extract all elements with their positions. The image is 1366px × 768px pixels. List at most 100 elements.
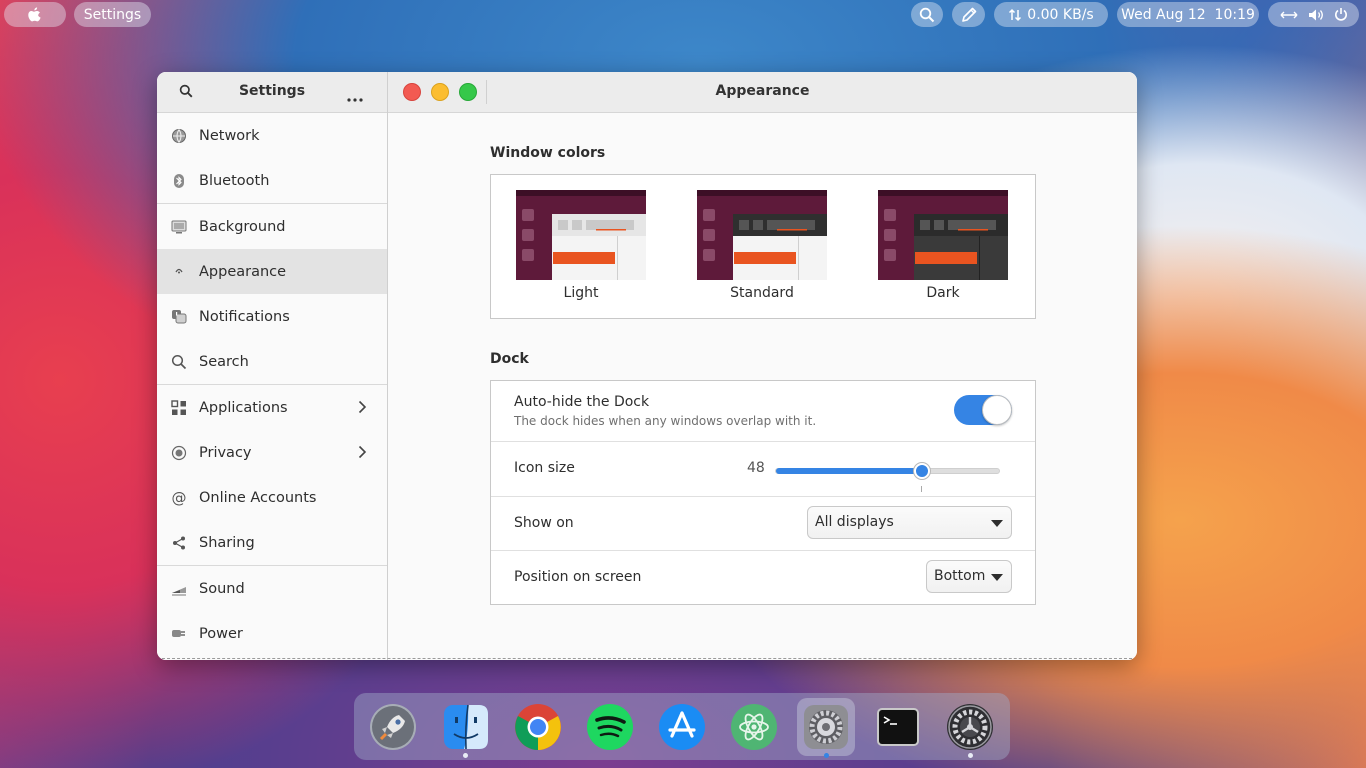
chevron-down-icon	[991, 520, 1003, 527]
terminal-icon	[877, 708, 919, 746]
toggle-knob	[982, 395, 1012, 425]
window-colors-frame: Light Standard Dark	[490, 174, 1036, 319]
position-selected: Bottom	[934, 568, 986, 584]
clock-text: Wed Aug 12 10:19	[1121, 6, 1255, 23]
dock-item-spotify[interactable]	[581, 698, 639, 756]
autohide-label: Auto-hide the Dock	[514, 394, 650, 410]
dock-item-app-store[interactable]	[653, 698, 711, 756]
sidebar-item-online-accounts[interactable]: @ Online Accounts	[157, 475, 387, 520]
search-icon	[171, 354, 187, 370]
sidebar-item-privacy[interactable]: Privacy	[157, 430, 387, 475]
sidebar-item-network[interactable]: Network	[157, 113, 387, 158]
dock-item-terminal[interactable]	[869, 698, 927, 756]
appearance-panel: Appearance Window colors Light Standard …	[388, 72, 1137, 660]
sidebar-item-label: Power	[199, 625, 243, 642]
pen-icon	[961, 7, 976, 22]
slider-handle[interactable]	[914, 463, 930, 479]
more-options-icon	[347, 98, 363, 102]
sidebar-item-sound[interactable]: Sound	[157, 566, 387, 611]
applications-icon	[171, 399, 187, 416]
window-colors-heading: Window colors	[490, 145, 606, 161]
show-on-dropdown[interactable]: All displays	[807, 506, 1012, 539]
search-button[interactable]	[911, 2, 943, 27]
icon-size-row: Icon size 48	[491, 442, 1035, 497]
dock-item-settings[interactable]	[941, 698, 999, 756]
sidebar-item-sharing[interactable]: Sharing	[157, 520, 387, 565]
chrome-icon	[515, 704, 561, 750]
system-preferences-icon	[804, 705, 848, 749]
dock-item-chrome[interactable]	[509, 698, 567, 756]
app-store-icon	[659, 704, 705, 750]
dock	[354, 693, 1010, 760]
top-panel: Settings 0.00 KB/s Wed Aug 12 10:19	[0, 0, 1366, 30]
sidebar-item-label: Appearance	[199, 263, 287, 280]
show-on-row: Show on All displays	[491, 497, 1035, 551]
theme-preview-light	[516, 190, 646, 280]
background-icon	[171, 219, 187, 235]
power-icon	[1335, 8, 1348, 21]
sidebar-item-label: Bluetooth	[199, 172, 270, 189]
dock-item-finder[interactable]	[437, 698, 495, 756]
page-title: Appearance	[715, 83, 810, 99]
theme-option-dark[interactable]: Dark	[878, 190, 1008, 301]
spotify-icon	[587, 704, 633, 750]
dock-item-atom[interactable]	[725, 698, 783, 756]
sidebar-item-label: Search	[199, 353, 249, 370]
sidebar-item-label: Sound	[199, 580, 245, 597]
finder-icon	[444, 704, 488, 750]
bluetooth-icon	[171, 173, 187, 189]
settings-sidebar: Settings Network Bluetooth Background Ap…	[157, 72, 388, 660]
system-menu-button[interactable]	[1268, 2, 1359, 27]
chevron-right-icon	[357, 445, 367, 463]
at-sign-icon: @	[171, 488, 187, 507]
running-indicator	[968, 753, 973, 758]
sidebar-item-appearance[interactable]: Appearance	[157, 249, 387, 294]
network-speed-indicator[interactable]: 0.00 KB/s	[994, 2, 1108, 27]
sidebar-item-applications[interactable]: Applications	[157, 385, 387, 430]
window-titlebar: Appearance	[388, 72, 1137, 113]
sidebar-item-label: Notifications	[199, 308, 290, 325]
autohide-toggle[interactable]	[954, 395, 1012, 425]
slider-tick-mark	[921, 486, 922, 492]
privacy-icon	[171, 445, 187, 461]
sound-icon	[171, 581, 187, 597]
sidebar-item-power[interactable]: Power	[157, 611, 387, 656]
network-icon	[1280, 11, 1298, 18]
theme-label-dark: Dark	[926, 285, 960, 301]
sidebar-item-notifications[interactable]: Notifications	[157, 294, 387, 339]
position-row: Position on screen Bottom	[491, 551, 1035, 605]
show-on-selected: All displays	[815, 514, 894, 530]
autohide-row: Auto-hide the Dock The dock hides when a…	[491, 381, 1035, 442]
sidebar-menu-button[interactable]	[347, 90, 363, 106]
sidebar-item-label: Network	[199, 127, 260, 144]
sidebar-item-label: Background	[199, 218, 286, 235]
slider-fill	[776, 468, 922, 474]
sidebar-item-label: Applications	[199, 399, 288, 416]
active-app-label: Settings	[83, 6, 142, 23]
sidebar-item-label: Sharing	[199, 534, 255, 551]
theme-option-light[interactable]: Light	[516, 190, 646, 301]
position-dropdown[interactable]: Bottom	[926, 560, 1012, 593]
atom-icon	[731, 704, 777, 750]
icon-size-slider[interactable]	[775, 463, 1000, 479]
chevron-down-icon	[991, 574, 1003, 581]
sidebar-item-label: Online Accounts	[199, 489, 317, 506]
sidebar-item-background[interactable]: Background	[157, 204, 387, 249]
chevron-right-icon	[357, 400, 367, 418]
sidebar-item-search[interactable]: Search	[157, 339, 387, 384]
sidebar-item-bluetooth[interactable]: Bluetooth	[157, 158, 387, 203]
position-label: Position on screen	[514, 569, 642, 585]
network-globe-icon	[171, 128, 187, 144]
dock-item-launchpad[interactable]	[364, 698, 422, 756]
active-app-menu[interactable]: Settings	[74, 2, 151, 27]
clock-button[interactable]: Wed Aug 12 10:19	[1117, 2, 1259, 27]
apple-menu-button[interactable]	[4, 2, 66, 27]
notifications-icon	[171, 309, 187, 325]
dock-item-system-preferences[interactable]	[797, 698, 855, 756]
theme-option-standard[interactable]: Standard	[697, 190, 827, 301]
theme-label-standard: Standard	[730, 285, 794, 301]
pen-tool-button[interactable]	[952, 2, 985, 27]
settings-window: Settings Network Bluetooth Background Ap…	[157, 72, 1137, 660]
apple-logo-icon	[28, 6, 41, 21]
settings-gear-icon	[947, 704, 993, 750]
